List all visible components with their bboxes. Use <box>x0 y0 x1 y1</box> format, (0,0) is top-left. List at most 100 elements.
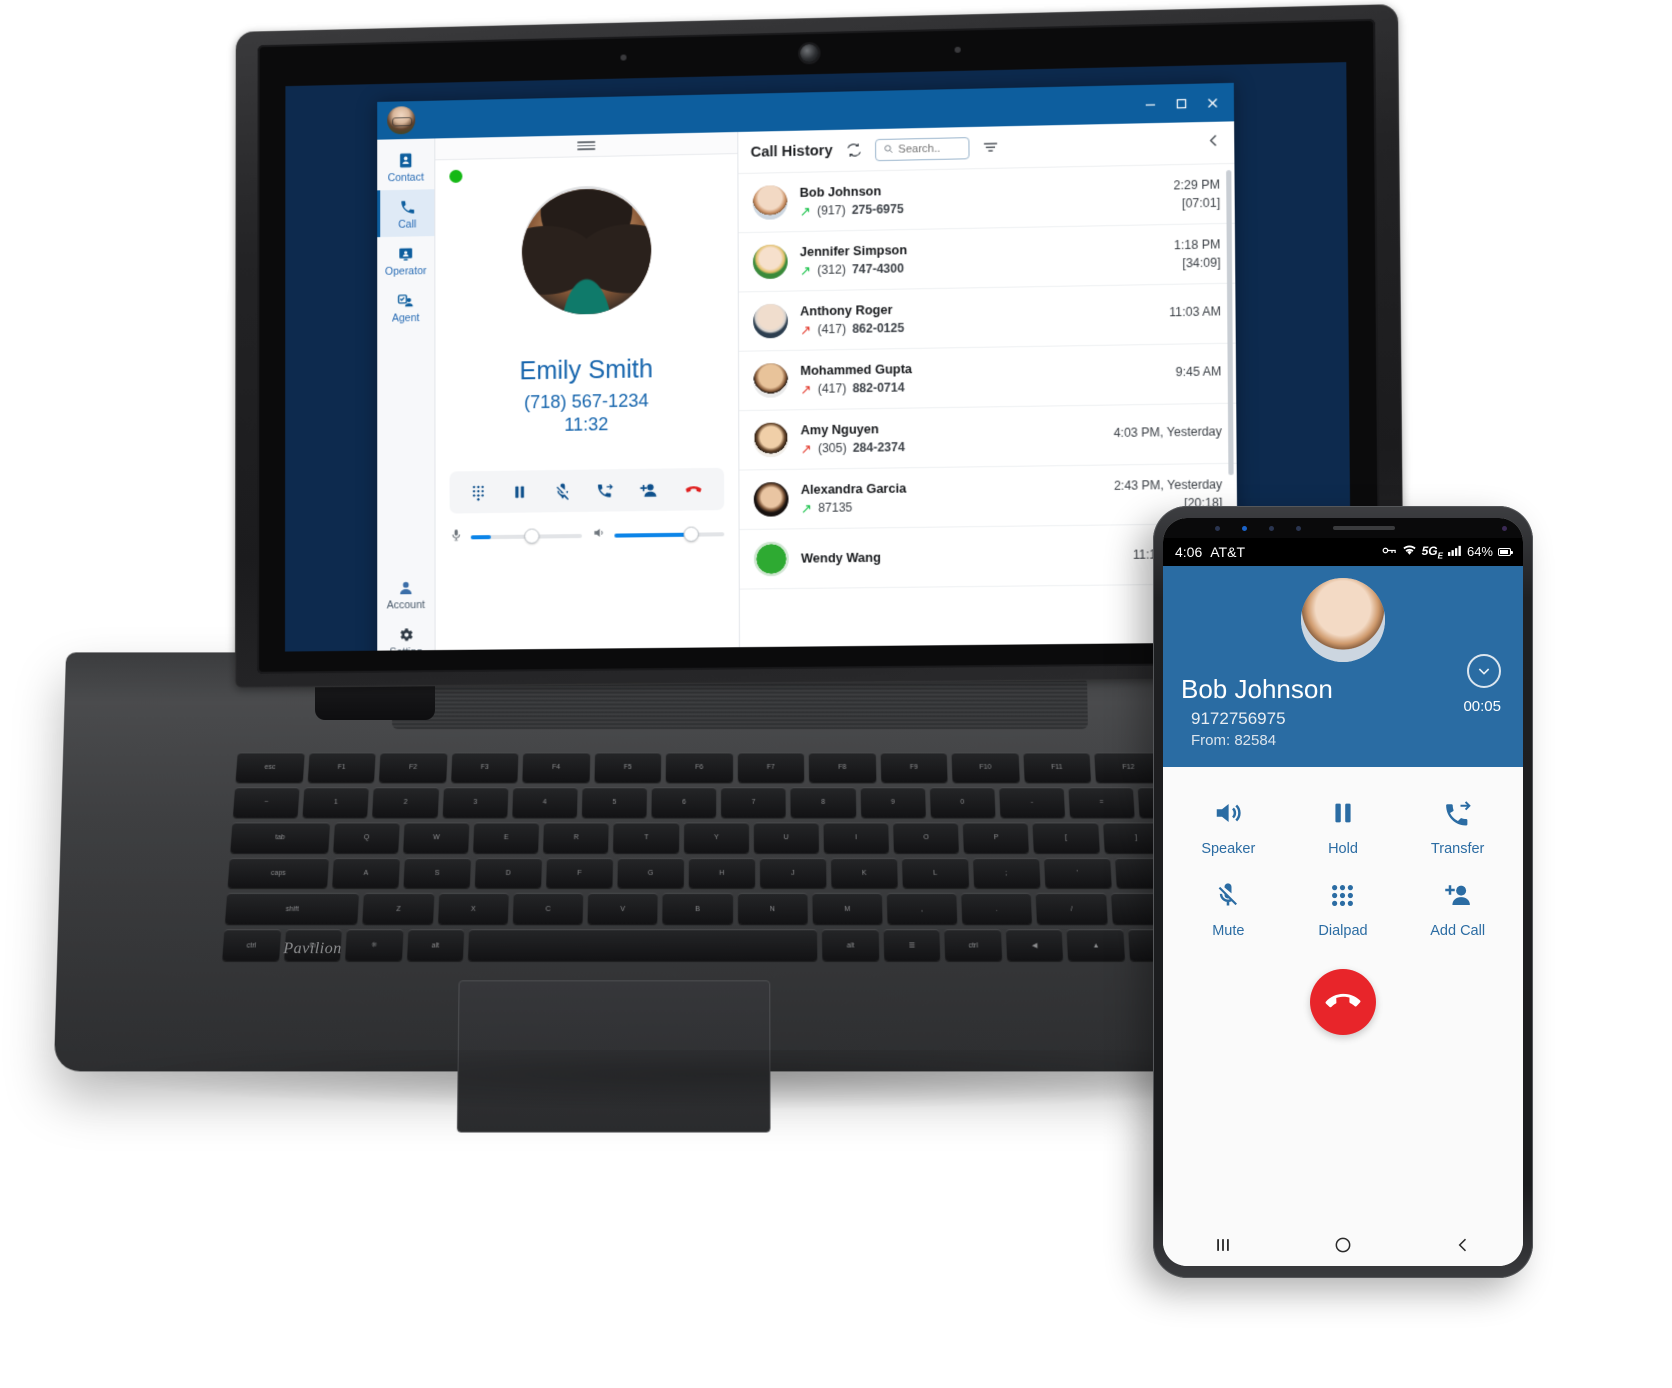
close-icon[interactable] <box>1196 89 1227 116</box>
contact-name: Anthony Roger <box>800 302 893 319</box>
contact-number: ↗ (312) 747-4300 <box>799 261 905 278</box>
speaker-icon <box>592 526 606 545</box>
agent-icon <box>377 290 434 311</box>
call-from-label: From: 82584 <box>1191 732 1277 749</box>
table-row[interactable]: Bob Johnson ↗ (917) 275-6975 2:29 PM [07:0… <box>738 163 1235 234</box>
person-icon <box>377 577 434 598</box>
call-time: 1:18 PM <box>1173 237 1221 253</box>
phone-status-bar: 4:06 AT&T 5GE 64% <box>1163 538 1523 566</box>
phone-screen: 4:06 AT&T 5GE 64% Bob Johnson 9172756975… <box>1163 518 1523 1266</box>
avatar <box>752 244 788 280</box>
sidebar-item-operator[interactable]: Operator <box>377 236 434 284</box>
end-call-button[interactable] <box>1309 969 1376 1035</box>
dialpad-button[interactable]: Dialpad <box>1286 857 1401 939</box>
phone-sensor-bar <box>1163 518 1523 538</box>
search-field[interactable] <box>898 141 961 156</box>
contact-name: Alexandra Garcia <box>800 481 907 497</box>
recents-nav-button[interactable] <box>1213 1235 1233 1255</box>
laptop-keyboard: escF1F2F3F4F5F6F7F8F9F10F11F12del ~12345… <box>222 752 1248 961</box>
signal-bars-icon <box>1447 545 1462 559</box>
search-input[interactable] <box>874 136 970 161</box>
operator-icon <box>377 243 434 264</box>
search-icon <box>883 140 893 158</box>
table-row[interactable]: Jennifer Simpson ↗ (312) 747-4300 1:18 PM … <box>738 223 1236 293</box>
button-label: Mute <box>1212 923 1245 939</box>
status-time: 4:06 <box>1175 544 1203 560</box>
microphone-slider[interactable] <box>450 526 582 546</box>
wifi-icon <box>1402 544 1417 559</box>
battery-percent: 64% <box>1466 544 1493 560</box>
hold-button[interactable]: Hold <box>1286 793 1401 857</box>
call-time: 9:45 AM <box>1175 364 1222 380</box>
person-add-icon[interactable] <box>639 480 658 499</box>
speaker-icon <box>1171 793 1286 833</box>
outgoing-call-icon: ↗ <box>800 500 813 516</box>
button-label: Hold <box>1328 841 1358 857</box>
chevron-down-icon[interactable] <box>1467 654 1501 688</box>
speaker-button[interactable]: Speaker <box>1171 793 1286 857</box>
home-nav-button[interactable] <box>1333 1235 1353 1255</box>
avatar <box>753 482 789 517</box>
contact-name: Bob Johnson <box>799 184 882 200</box>
phone-call-header: Bob Johnson 9172756975 From: 82584 00:05 <box>1163 566 1523 767</box>
chevron-left-icon[interactable] <box>1206 132 1222 153</box>
filter-icon[interactable] <box>981 138 999 155</box>
call-duration <box>1169 323 1221 324</box>
speaker-slider[interactable] <box>592 524 725 545</box>
maximize-icon[interactable] <box>1165 90 1196 117</box>
audio-sliders <box>450 524 725 546</box>
button-label: Add Call <box>1430 923 1486 939</box>
avatar <box>753 363 789 398</box>
incoming-call-icon: ↗ <box>800 321 812 338</box>
dialpad-icon[interactable] <box>470 484 487 501</box>
call-transfer-icon[interactable] <box>596 481 614 499</box>
call-duration: [34:09] <box>1182 255 1221 271</box>
front-camera-icon <box>1502 525 1507 531</box>
contact-number: 9172756975 <box>1191 709 1286 728</box>
dialpad-icon <box>1286 875 1401 915</box>
avatar <box>753 303 788 339</box>
button-label: Dialpad <box>1318 923 1368 939</box>
status-carrier: AT&T <box>1210 544 1245 560</box>
minimize-icon[interactable] <box>1134 90 1165 117</box>
outgoing-call-icon: ↗ <box>799 203 811 219</box>
phone-icon <box>380 196 434 217</box>
screenshot-root: escF1F2F3F4F5F6F7F8F9F10F11F12del ~12345… <box>0 0 1672 1388</box>
call-time: 2:29 PM <box>1173 177 1221 193</box>
call-duration <box>1114 443 1222 445</box>
page-title: Call History <box>750 142 833 161</box>
call-time: 11:03 AM <box>1169 304 1222 320</box>
pause-icon[interactable] <box>512 483 529 500</box>
mute-button[interactable]: Mute <box>1171 857 1286 939</box>
table-row[interactable]: Amy Nguyen ↗ (305) 284-2374 4:03 PM, Yeste… <box>739 403 1237 471</box>
sidebar-item-agent[interactable]: Agent <box>377 283 434 331</box>
sidebar-item-contact[interactable]: Contact <box>377 142 434 190</box>
microphone-slider-track[interactable] <box>470 528 582 544</box>
sidebar-item-call[interactable]: Call <box>377 189 435 238</box>
button-label: Speaker <box>1201 841 1256 857</box>
refresh-icon[interactable] <box>845 141 862 158</box>
avatar[interactable] <box>387 106 416 135</box>
hangup-icon[interactable] <box>683 479 703 499</box>
sidebar-item-account[interactable]: Account <box>377 570 434 618</box>
vpn-key-icon <box>1382 545 1397 559</box>
contact-name: Bob Johnson <box>1181 674 1333 704</box>
contact-number: ↗ 87135 <box>800 500 853 516</box>
status-badge <box>449 169 463 183</box>
contact-name: Wendy Wang <box>800 550 881 566</box>
mobile-phone-device: 4:06 AT&T 5GE 64% Bob Johnson 9172756975… <box>1153 506 1533 1278</box>
mic-off-icon[interactable] <box>553 482 571 501</box>
sensor-dot <box>1296 525 1301 531</box>
sidebar-item-setting[interactable]: Setting <box>377 617 434 652</box>
earpiece-speaker <box>1333 526 1395 530</box>
contact-name: Mohammed Gupta <box>800 362 913 378</box>
phone-nav-bar <box>1163 1224 1523 1266</box>
outgoing-call-icon: ↗ <box>799 262 812 278</box>
back-nav-button[interactable] <box>1453 1235 1473 1255</box>
speaker-slider-track[interactable] <box>613 526 725 542</box>
table-row[interactable]: Anthony Roger ↗ (417) 862-0125 11:03 AM <box>738 283 1236 352</box>
table-row[interactable]: Mohammed Gupta ↗ (417) 882-0714 9:45 AM <box>739 343 1237 412</box>
add-call-button[interactable]: Add Call <box>1400 857 1515 939</box>
sidebar-item-label: Account <box>386 599 425 612</box>
transfer-button[interactable]: Transfer <box>1400 793 1515 857</box>
